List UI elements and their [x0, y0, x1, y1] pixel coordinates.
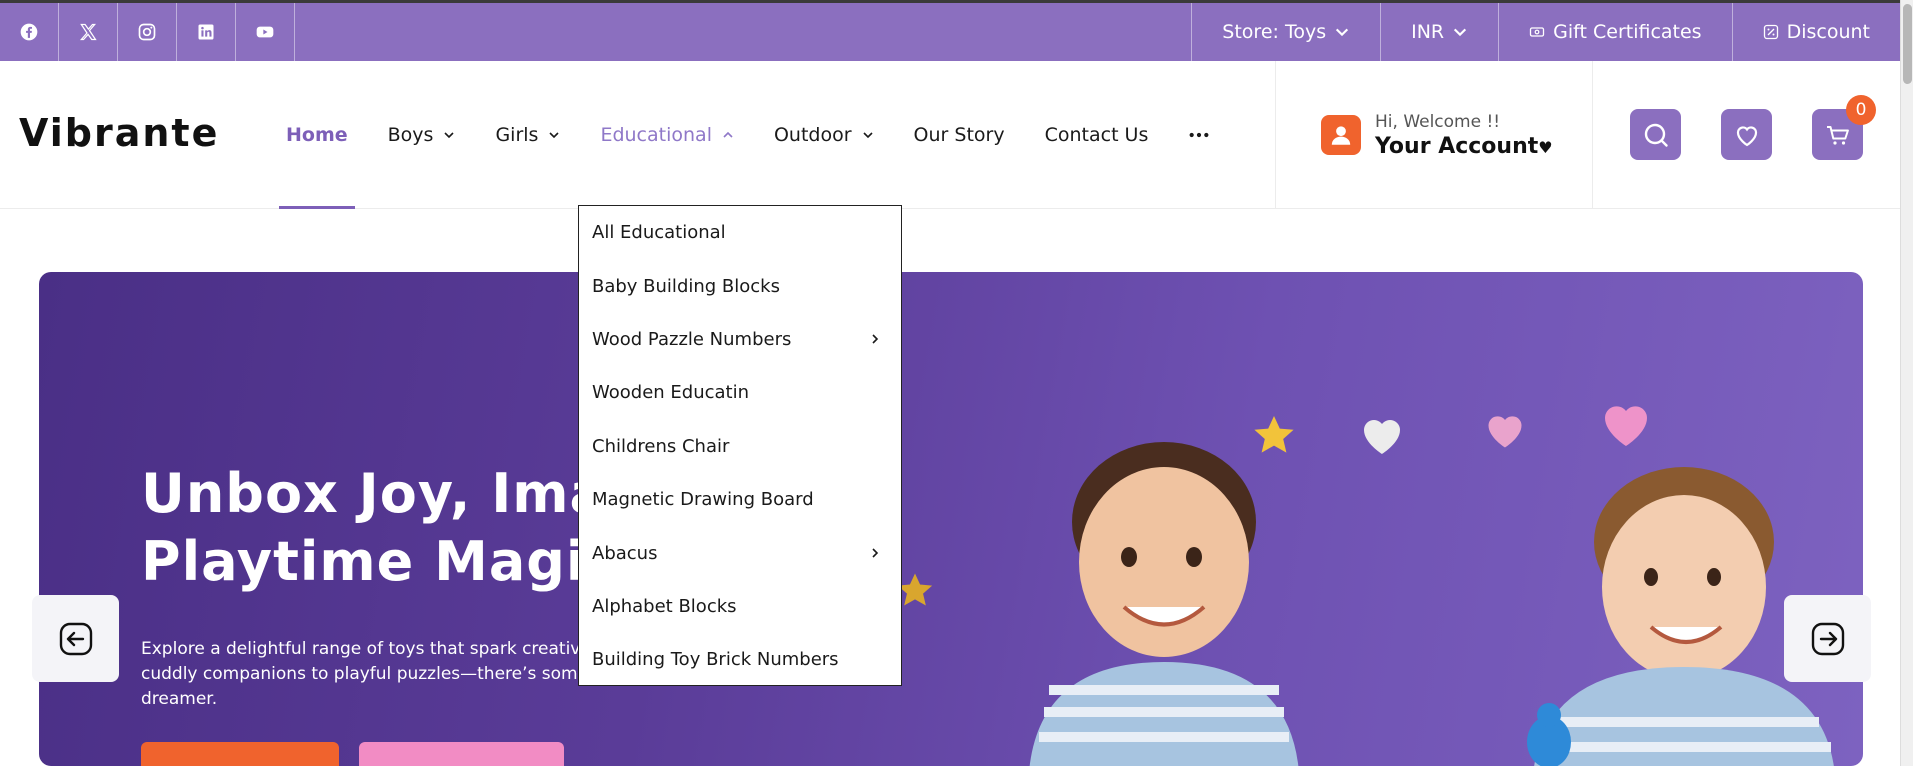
linkedin-icon[interactable] [177, 3, 236, 61]
dropdown-item[interactable]: Magnetic Drawing Board [579, 473, 901, 526]
dropdown-item-label: Childrens Chair [592, 435, 730, 457]
hero-description: Explore a delightful range of toys that … [141, 637, 601, 712]
chevron-right-icon [872, 548, 879, 558]
nav-boys[interactable]: Boys [381, 61, 463, 209]
currency-selector[interactable]: INR [1380, 3, 1498, 61]
discount-label: Discount [1786, 21, 1870, 43]
scrollbar[interactable] [1900, 0, 1913, 766]
dropdown-item[interactable]: Wood Pazzle Numbers [579, 313, 901, 366]
nav-label: Outdoor [773, 124, 852, 146]
educational-dropdown: All Educational Baby Building Blocks Woo… [578, 205, 902, 686]
nav-educational[interactable]: Educational [593, 61, 741, 209]
chevron-down-icon [444, 132, 455, 139]
account-menu[interactable]: Hi, Welcome !! Your Account♥ [1275, 61, 1593, 209]
dropdown-item-label: Alphabet Blocks [592, 595, 737, 617]
main-header: Vibrante Home Boys Girls Educational Out… [0, 61, 1900, 209]
dropdown-item-label: Magnetic Drawing Board [592, 489, 814, 511]
carousel-prev-button[interactable] [32, 595, 119, 682]
dropdown-item-label: All Educational [592, 222, 726, 244]
chevron-down-icon [549, 132, 560, 139]
nav-outdoor[interactable]: Outdoor [767, 61, 881, 209]
cart-count-badge: 0 [1846, 95, 1876, 125]
account-label-text: Your Account [1375, 133, 1539, 159]
top-bar: Store: Toys INR Gift Certificates Discou… [0, 0, 1900, 61]
chevron-down-icon [862, 132, 873, 139]
nav-contact-us[interactable]: Contact Us [1038, 61, 1156, 209]
facebook-icon[interactable] [0, 3, 59, 61]
dropdown-item-label: Abacus [592, 542, 658, 564]
more-dots-icon [1189, 132, 1209, 138]
search-icon [1644, 123, 1668, 147]
search-button[interactable] [1630, 109, 1681, 160]
gift-certificates-link[interactable]: Gift Certificates [1498, 3, 1731, 61]
store-label: Store: Toys [1222, 21, 1327, 43]
wishlist-button[interactable] [1721, 109, 1772, 160]
dropdown-item[interactable]: Childrens Chair [579, 420, 901, 473]
nav-label: Home [286, 124, 348, 146]
gift-certificates-label: Gift Certificates [1553, 21, 1702, 43]
dropdown-item[interactable]: All Educational [579, 206, 901, 259]
store-selector[interactable]: Store: Toys [1191, 3, 1380, 61]
nav-label: Boys [387, 124, 434, 146]
heart-decoration [1364, 420, 1400, 454]
nav-home[interactable]: Home [279, 61, 355, 209]
logo[interactable]: Vibrante [19, 111, 219, 155]
chevron-up-icon [723, 131, 733, 138]
shop-now-button[interactable] [141, 742, 339, 766]
instagram-icon[interactable] [118, 3, 177, 61]
hero-desc-line: cuddly companions to playful puzzles—the… [141, 664, 601, 684]
dropdown-item-label: Wooden Educatin [592, 382, 749, 404]
cart-icon [1826, 125, 1849, 145]
heart-icon [1736, 125, 1757, 146]
dropdown-item[interactable]: Abacus [579, 526, 901, 579]
dropdown-item-label: Baby Building Blocks [592, 275, 780, 297]
chevron-down-icon [1336, 28, 1349, 37]
main-nav: Home Boys Girls Educational Outdoor Our … [279, 61, 1243, 209]
discount-icon [1763, 24, 1778, 40]
dropdown-item[interactable]: Alphabet Blocks [579, 580, 901, 633]
nav-label: Our Story [913, 124, 1005, 146]
nav-label: Girls [495, 124, 539, 146]
heart-small-icon: ♥ [1538, 137, 1553, 157]
secondary-cta-button[interactable] [359, 742, 564, 766]
hero-desc-line: Explore a delightful range of toys that … [141, 639, 601, 659]
x-icon[interactable] [59, 3, 118, 61]
dropdown-item-label: Building Toy Brick Numbers [592, 649, 839, 671]
nav-label: Educational [600, 124, 712, 146]
cart-button[interactable]: 0 [1812, 95, 1876, 160]
nav-label: Contact Us [1044, 124, 1149, 146]
gift-card-icon [1529, 27, 1545, 37]
hero-banner: Unbox Joy, Imagin Playtime Magic! Explor… [39, 272, 1863, 766]
nav-girls[interactable]: Girls [488, 61, 567, 209]
hero-desc-line: dreamer. [141, 689, 218, 709]
discount-link[interactable]: Discount [1731, 3, 1900, 61]
user-icon [1321, 115, 1361, 155]
dropdown-item[interactable]: Building Toy Brick Numbers [579, 633, 901, 686]
currency-label: INR [1411, 21, 1445, 43]
dropdown-item-label: Wood Pazzle Numbers [592, 328, 792, 350]
dropdown-item[interactable]: Baby Building Blocks [579, 259, 901, 312]
social-links [0, 3, 295, 61]
chevron-down-icon [1454, 28, 1467, 37]
carousel-next-button[interactable] [1784, 595, 1871, 682]
youtube-icon[interactable] [236, 3, 295, 61]
arrow-left-icon [59, 622, 92, 655]
scrollbar-thumb[interactable] [1903, 4, 1912, 84]
arrow-right-icon [1811, 622, 1844, 655]
more-menu-button[interactable] [1181, 61, 1217, 209]
account-label[interactable]: Your Account♥ [1375, 134, 1553, 159]
child-image-left [1029, 442, 1299, 766]
nav-our-story[interactable]: Our Story [907, 61, 1012, 209]
chevron-right-icon [872, 334, 879, 345]
greeting-text: Hi, Welcome !! [1375, 111, 1501, 132]
dropdown-item[interactable]: Wooden Educatin [579, 366, 901, 419]
